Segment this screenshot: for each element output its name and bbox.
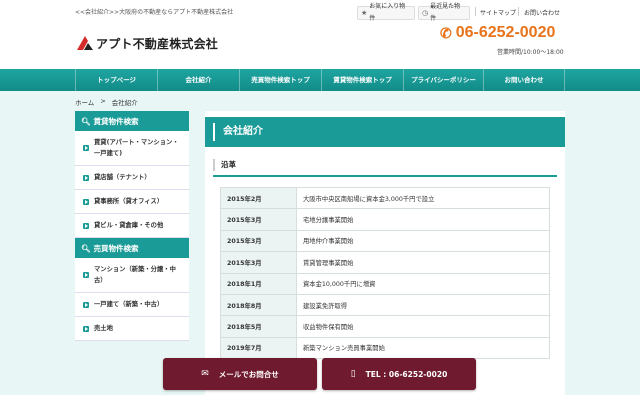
- table-row: 2015年3月 宅地分譲事業開始: [220, 208, 550, 231]
- sidebar-item-rental-residence[interactable]: 賃貸(アパート・マンション・一戸建て): [75, 131, 189, 166]
- sidebar-item-sale-mansion[interactable]: マンション（新築・分譲・中古）: [75, 258, 189, 293]
- nav-item-contact[interactable]: お問い合わせ: [483, 69, 565, 91]
- mail-icon: ✉: [201, 369, 209, 379]
- history-event: 資本金10,000千円に増資: [296, 272, 550, 295]
- breadcrumb-separator: >: [100, 97, 106, 105]
- table-row: 2019年7月 新築マンション売買事業開始: [220, 336, 550, 360]
- breadcrumb-current: 会社紹介: [111, 99, 138, 107]
- divider: [475, 7, 476, 16]
- header-phone[interactable]: ✆ 06-6252-0020: [440, 24, 555, 42]
- favorites-label: お気に入り物件: [369, 3, 406, 22]
- top-bar: <<会社紹介>>大阪府の不動産ならアプト不動産株式会社 ★ お気に入り物件 ◷ …: [0, 0, 640, 22]
- history-table: 2015年2月 大阪市中央区南船場に資本金3,000千円で設立 2015年3月 宅地…: [220, 186, 550, 360]
- table-row: 2018年1月 資本金10,000千円に増資: [220, 272, 550, 295]
- history-event: 大阪市中央区南船場に資本金3,000千円で設立: [296, 186, 550, 210]
- table-row: 2015年2月 大阪市中央区南船場に資本金3,000千円で設立: [220, 186, 550, 210]
- table-row: 2015年3月 賃貸管理事業開始: [220, 251, 550, 274]
- phone-icon: ✆: [440, 24, 452, 41]
- sidebar-item-rental-store[interactable]: 貸店舗（テナント）: [75, 166, 189, 190]
- star-icon: ★: [361, 9, 368, 17]
- sitemap-link[interactable]: サイトマップ: [480, 8, 516, 17]
- business-hours: 営業時間/10:00～18:00: [497, 49, 564, 56]
- nav-item-privacy[interactable]: プライバシーポリシー: [403, 69, 483, 91]
- mail-contact-button[interactable]: ✉ メールでお問合せ: [163, 358, 317, 390]
- sale-search-heading-label: 売買物件検索: [93, 243, 139, 253]
- clock-icon: ◷: [422, 9, 429, 17]
- history-date: 2018年8月: [220, 293, 297, 317]
- history-date: 2015年3月: [220, 251, 297, 274]
- table-row: 2015年3月 用地仲介事業開始: [220, 229, 550, 253]
- tel-contact-button[interactable]: ▯ TEL : 06-6252-0020: [322, 358, 476, 390]
- breadcrumb-home[interactable]: ホーム: [75, 97, 94, 107]
- site-logo[interactable]: アプト不動産株式会社: [76, 34, 218, 52]
- tel-contact-label: TEL : 06-6252-0020: [365, 369, 448, 379]
- sale-search-heading: 🔍︎ 売買物件検索: [75, 238, 189, 258]
- phone-number: 06-6252-0020: [455, 24, 556, 41]
- recent-label: 最近見た物件: [430, 3, 461, 22]
- sidebar-item-sale-house[interactable]: 一戸建て（新築・中古）: [75, 293, 189, 317]
- rental-search-heading-label: 賃貸物件検索: [93, 116, 139, 126]
- search-icon: 🔍︎: [81, 116, 91, 126]
- nav-item-top[interactable]: トップページ: [75, 69, 157, 91]
- history-date: 2018年5月: [220, 315, 297, 338]
- contact-link[interactable]: お問い合わせ: [524, 8, 560, 17]
- history-event: 収益物件保有開始: [296, 315, 550, 338]
- breadcrumb: ホーム > 会社紹介: [75, 97, 138, 107]
- company-name: アプト不動産株式会社: [96, 36, 219, 51]
- history-event: 賃貸管理事業開始: [296, 251, 550, 274]
- page-title: 会社紹介: [205, 117, 565, 147]
- sidebar: 🔍︎ 賃貸物件検索 賃貸(アパート・マンション・一戸建て) 貸店舗（テナント） …: [75, 111, 189, 341]
- site-tagline: <<会社紹介>>大阪府の不動産ならアプト不動産株式会社: [75, 9, 234, 16]
- search-icon: 🔍︎: [81, 243, 91, 253]
- nav-item-sale-search[interactable]: 売買物件検索トップ: [239, 69, 321, 91]
- mobile-phone-icon: ▯: [350, 369, 356, 379]
- nav-item-company[interactable]: 会社紹介: [157, 69, 239, 91]
- history-date: 2015年3月: [220, 229, 297, 253]
- sidebar-item-rental-building[interactable]: 貸ビル・貸倉庫・その他: [75, 214, 189, 238]
- logo-mark-icon: [77, 36, 93, 50]
- table-row: 2018年5月 収益物件保有開始: [220, 315, 550, 338]
- main-content: 会社紹介 沿革 2015年2月 大阪市中央区南船場に資本金3,000千円で設立 2…: [205, 111, 565, 400]
- history-date: 2015年3月: [220, 208, 297, 231]
- divider: [518, 7, 519, 16]
- nav-item-rental-search[interactable]: 賃貸物件検索トップ: [321, 69, 403, 91]
- history-event: 建設業免許取得: [296, 293, 550, 317]
- history-date: 2018年1月: [220, 272, 297, 295]
- favorites-button[interactable]: ★ お気に入り物件: [357, 3, 415, 22]
- history-date: 2015年2月: [220, 186, 297, 210]
- rental-search-heading: 🔍︎ 賃貸物件検索: [75, 111, 189, 131]
- table-row: 2018年8月 建設業免許取得: [220, 293, 550, 317]
- global-nav: トップページ 会社紹介 売買物件検索トップ 賃貸物件検索トップ プライバシーポリ…: [0, 69, 640, 91]
- mail-contact-label: メールでお問合せ: [218, 369, 279, 379]
- sidebar-item-rental-office[interactable]: 貸事務所（貸オフィス）: [75, 190, 189, 214]
- history-event: 宅地分譲事業開始: [296, 208, 550, 231]
- sidebar-item-sale-land[interactable]: 売土地: [75, 317, 189, 341]
- section-heading: 沿革: [213, 155, 557, 177]
- history-event: 新築マンション売買事業開始: [296, 336, 550, 360]
- history-event: 用地仲介事業開始: [296, 229, 550, 253]
- history-date: 2019年7月: [220, 336, 297, 360]
- recent-button[interactable]: ◷ 最近見た物件: [418, 3, 470, 22]
